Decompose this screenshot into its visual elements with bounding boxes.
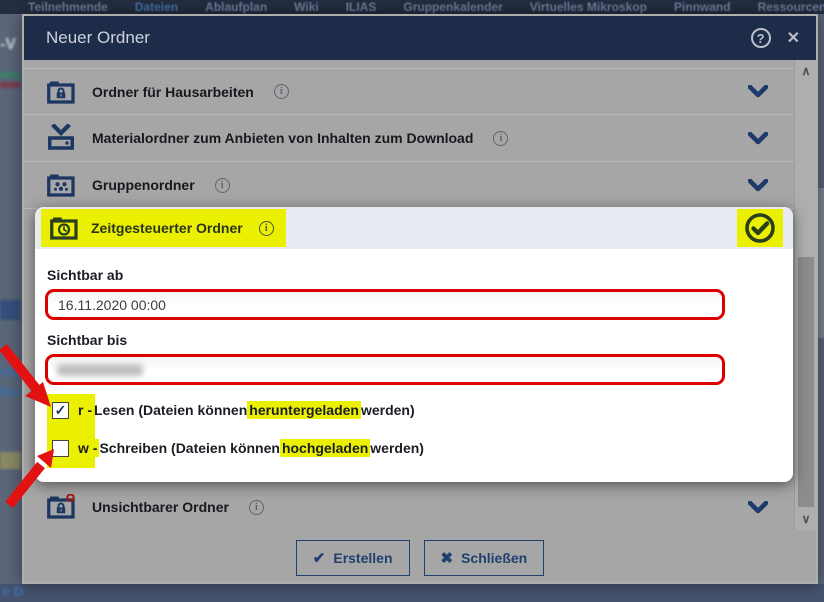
- background-color-bar: [0, 72, 20, 78]
- timed-folder-header[interactable]: Zeitgesteuerter Ordner i: [35, 207, 793, 249]
- background-link-fragment: nzu: [0, 364, 22, 379]
- dialog-titlebar: Neuer Ordner ? ✕: [24, 16, 816, 60]
- close-button[interactable]: ✖ Schließen: [424, 540, 545, 576]
- background-text-fragment: -V: [0, 36, 16, 54]
- scroll-down-icon[interactable]: ∨: [795, 512, 816, 526]
- write-checkbox[interactable]: [52, 440, 69, 457]
- page-bottom-band: [0, 584, 824, 602]
- dialog-footer: ✔ Erstellen ✖ Schließen: [24, 530, 816, 586]
- write-permission-row[interactable]: w - Schreiben (Dateien können hochgelade…: [47, 439, 779, 457]
- background-color-bar: [0, 300, 20, 320]
- permission-text: werden): [370, 440, 424, 456]
- highlighted-word: heruntergeladen: [247, 401, 361, 419]
- folder-timed-icon: [49, 215, 79, 241]
- scrollbar-thumb[interactable]: [798, 257, 814, 507]
- info-icon[interactable]: i: [215, 178, 230, 193]
- folder-type-label: Zeitgesteuerter Ordner: [91, 220, 243, 236]
- background-link-fragment: e D: [2, 583, 24, 599]
- tab-ilias[interactable]: ILIAS: [346, 0, 377, 14]
- scroll-up-icon[interactable]: ∧: [795, 64, 816, 78]
- visible-from-label: Sichtbar ab: [47, 267, 779, 283]
- folder-type-row-unsichtbar[interactable]: Unsichtbarer Ordner i: [24, 484, 794, 530]
- folder-export-icon: [46, 124, 76, 152]
- tab-dateien[interactable]: Dateien: [135, 0, 178, 14]
- permission-text: Lesen (Dateien können: [94, 402, 247, 418]
- info-icon[interactable]: i: [493, 131, 508, 146]
- close-icon[interactable]: ✕: [787, 28, 800, 48]
- timed-folder-form: Sichtbar ab Sichtbar bis ✓ r - Lesen (Da…: [35, 249, 793, 457]
- selected-type-highlight: [737, 209, 783, 247]
- chevron-down-icon[interactable]: [748, 179, 768, 192]
- folder-type-row-hausarbeiten[interactable]: Ordner für Hausarbeiten i: [24, 68, 794, 115]
- new-folder-dialog: Neuer Ordner ? ✕ Ordner für Hausarbeiten…: [22, 14, 818, 584]
- permission-text: Schreiben (Dateien können: [99, 440, 279, 456]
- folder-type-label: Ordner für Hausarbeiten: [92, 84, 254, 100]
- create-button[interactable]: ✔ Erstellen: [296, 540, 410, 576]
- timed-folder-panel: Zeitgesteuerter Ordner i Sichtbar ab Sic…: [35, 207, 793, 482]
- folder-type-row-materialordner[interactable]: Materialordner zum Anbieten von Inhalten…: [24, 115, 794, 162]
- visible-until-label: Sichtbar bis: [47, 332, 779, 348]
- tab-teilnehmende[interactable]: Teilnehmende: [28, 0, 108, 14]
- folder-type-label: Gruppenordner: [92, 177, 195, 193]
- tab-pinnwand[interactable]: Pinnwand: [674, 0, 731, 14]
- scrollbar[interactable]: ∧ ∨: [794, 60, 816, 530]
- background-color-bar: [0, 452, 21, 469]
- info-icon[interactable]: i: [274, 84, 289, 99]
- check-circle-icon: [743, 211, 777, 245]
- tab-ablaufplan[interactable]: Ablaufplan: [205, 0, 267, 14]
- background-color-bar: [0, 82, 20, 88]
- visible-from-input[interactable]: [45, 289, 725, 320]
- chevron-down-icon[interactable]: [748, 85, 768, 98]
- permission-checkboxes: ✓ r - Lesen (Dateien können heruntergela…: [47, 401, 779, 457]
- folder-type-label: Unsichtbarer Ordner: [92, 499, 229, 515]
- folder-type-label: Materialordner zum Anbieten von Inhalten…: [92, 130, 473, 146]
- permission-letter: r -: [76, 401, 94, 419]
- tab-gruppenkalender[interactable]: Gruppenkalender: [403, 0, 502, 14]
- close-button-label: Schließen: [461, 550, 527, 566]
- tab-virtuelles-mikroskop[interactable]: Virtuelles Mikroskop: [530, 0, 647, 14]
- dialog-title: Neuer Ordner: [46, 28, 751, 48]
- info-icon[interactable]: i: [259, 221, 274, 236]
- info-icon[interactable]: i: [249, 500, 264, 515]
- chevron-down-icon[interactable]: [748, 501, 768, 514]
- folder-group-icon: [46, 172, 76, 198]
- tab-ressourcen[interactable]: Ressourcen: [758, 0, 824, 14]
- create-button-label: Erstellen: [333, 550, 392, 566]
- chevron-down-icon[interactable]: [748, 132, 768, 145]
- read-permission-row[interactable]: ✓ r - Lesen (Dateien können heruntergela…: [47, 401, 779, 419]
- folder-invisible-icon: [46, 494, 76, 520]
- highlighted-word: hochgeladen: [280, 439, 370, 457]
- tab-wiki[interactable]: Wiki: [294, 0, 319, 14]
- folder-type-row-gruppenordner[interactable]: Gruppenordner i: [24, 162, 794, 209]
- background-color-bar: [818, 188, 824, 338]
- close-icon: ✖: [441, 549, 454, 567]
- visible-until-input[interactable]: [45, 354, 725, 385]
- timed-folder-highlight: Zeitgesteuerter Ordner i: [41, 209, 286, 247]
- read-checkbox[interactable]: ✓: [52, 402, 69, 419]
- permission-text: werden): [361, 402, 415, 418]
- course-tab-bar: Teilnehmende Dateien Ablaufplan Wiki ILI…: [0, 0, 824, 14]
- folder-type-list: Ordner für Hausarbeiten i Materialordner…: [24, 60, 816, 530]
- help-icon[interactable]: ?: [751, 28, 771, 48]
- check-icon: ✔: [313, 549, 326, 567]
- folder-lock-icon: [46, 79, 76, 105]
- permission-letter: w -: [76, 439, 99, 457]
